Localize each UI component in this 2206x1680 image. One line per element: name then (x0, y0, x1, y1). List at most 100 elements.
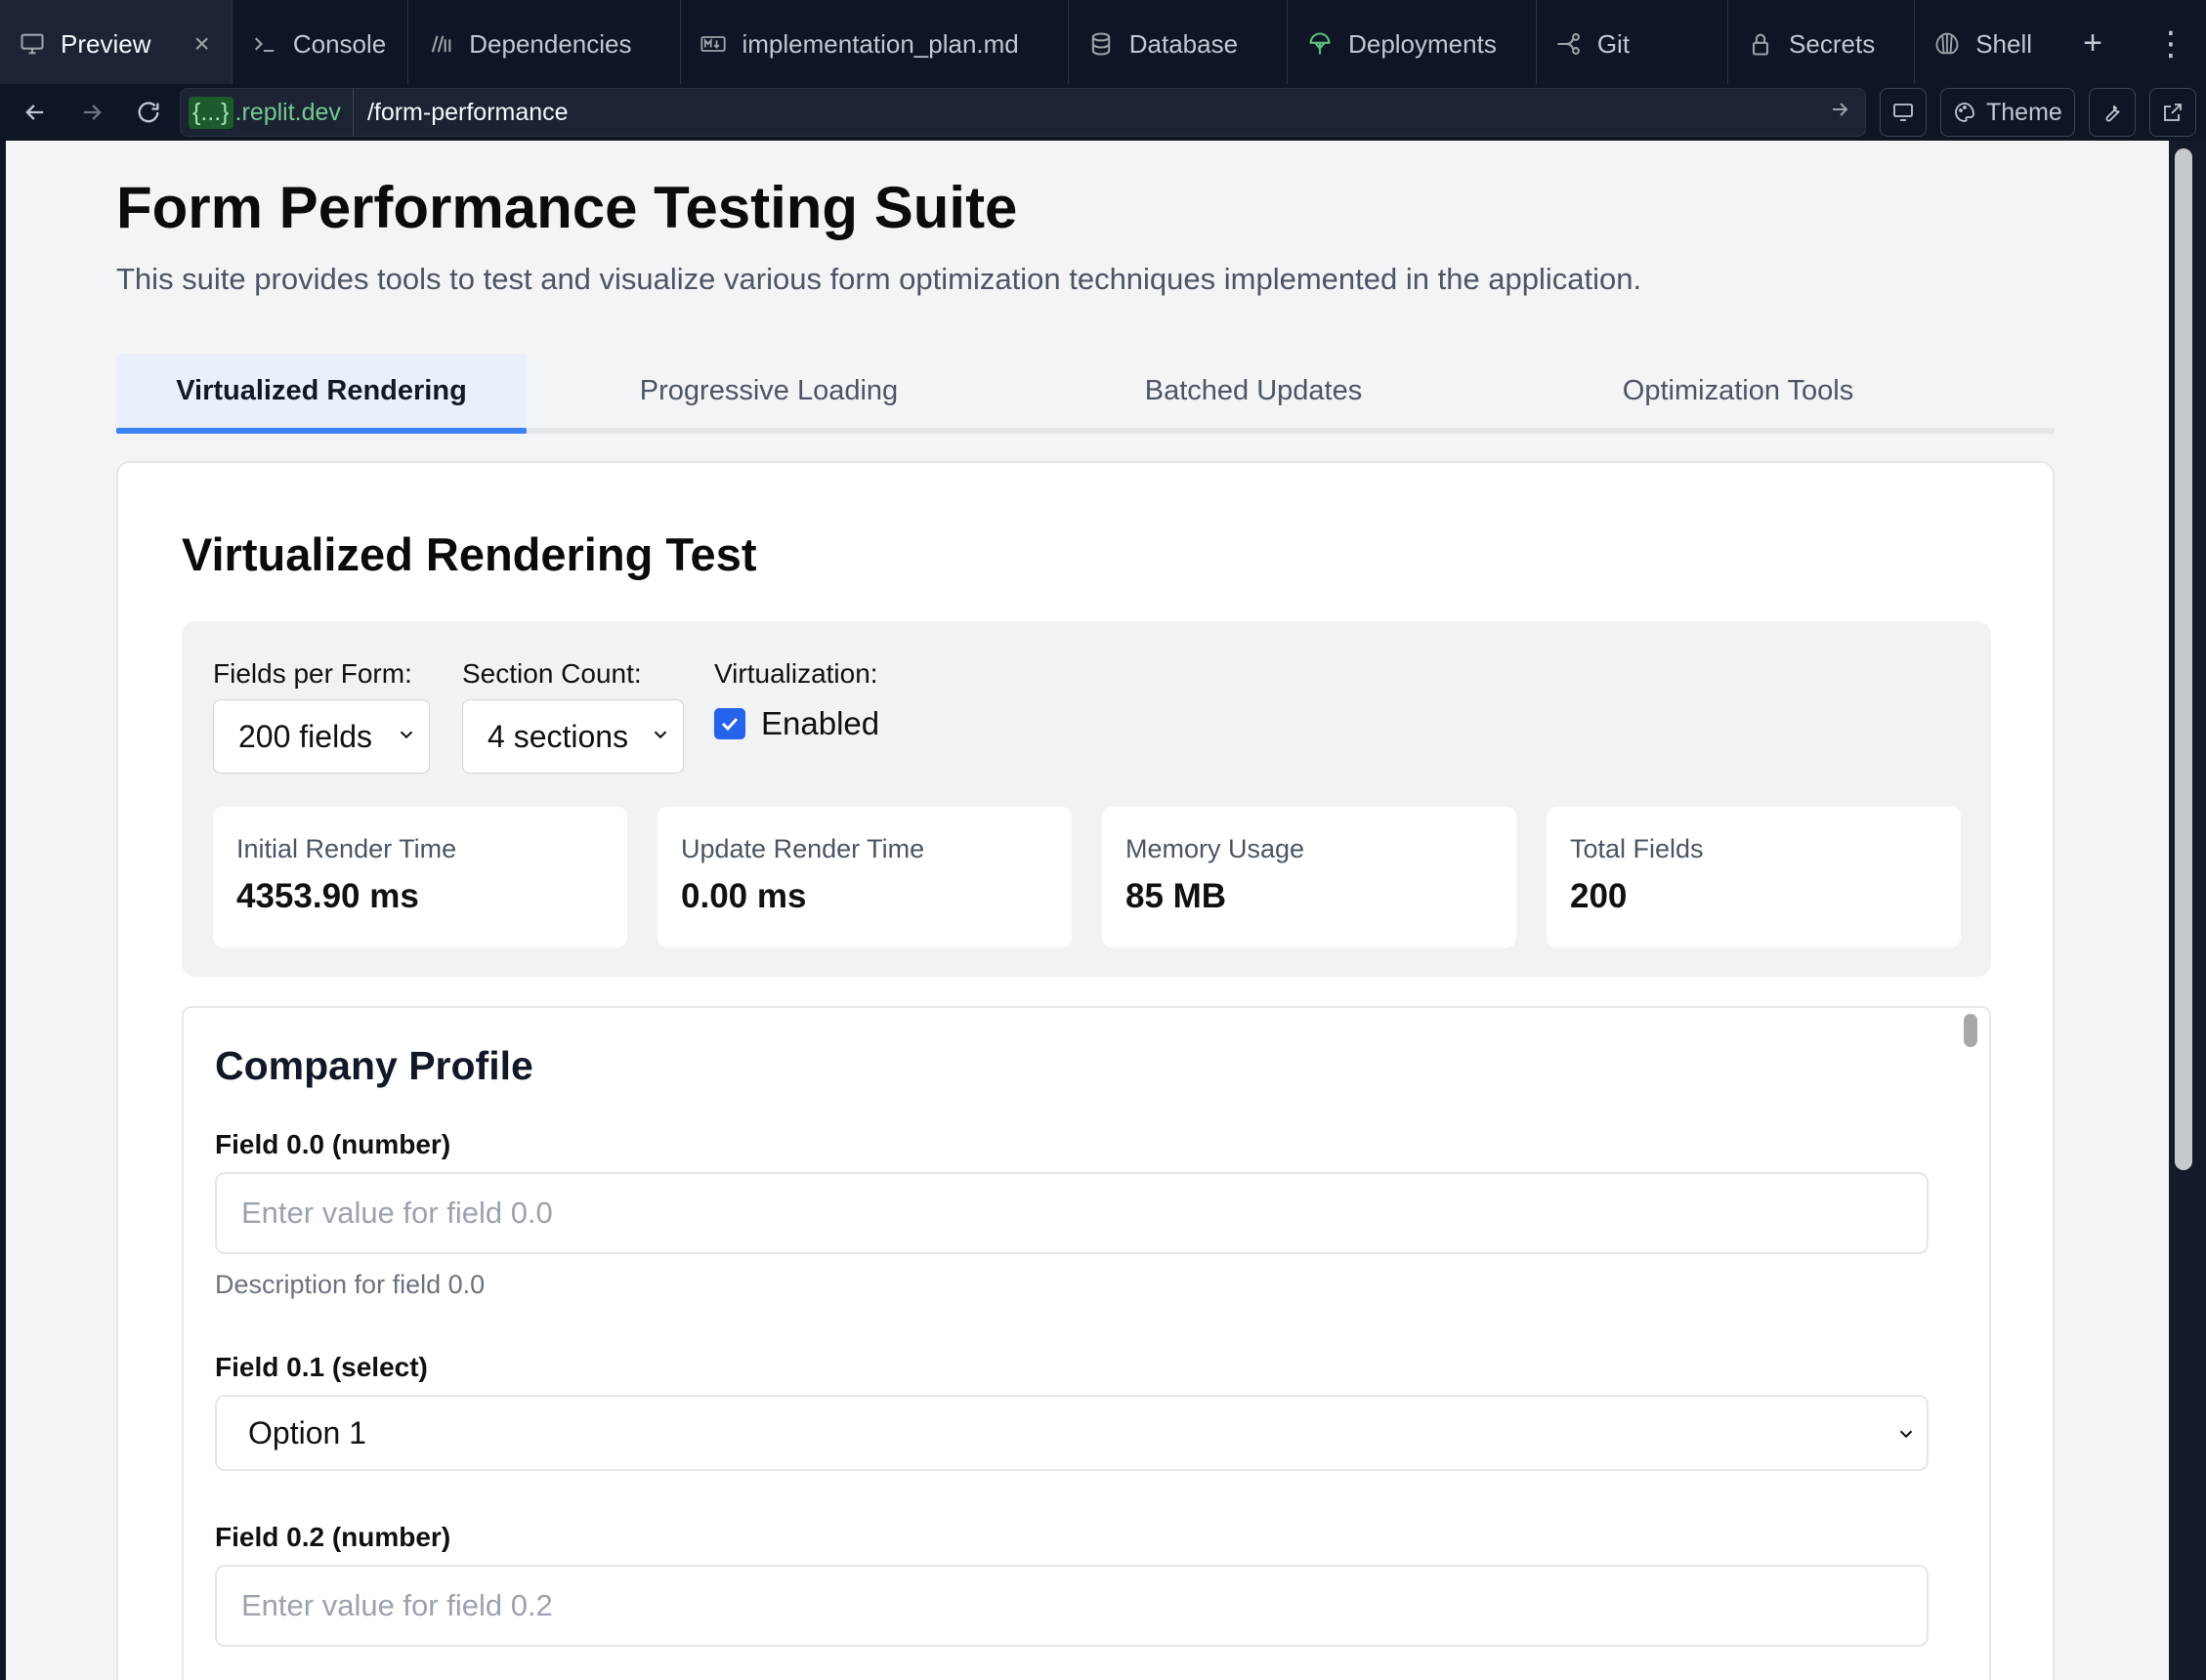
tab-optimization-tools[interactable]: Optimization Tools (1496, 354, 1980, 428)
section-count-label: Section Count: (462, 658, 642, 689)
open-new-window-button[interactable] (2148, 88, 2196, 137)
url-bar: {...} .replit.dev /form-performance Them… (0, 84, 2206, 141)
tab-console[interactable]: Console (233, 0, 409, 88)
tab-git[interactable]: Git (1537, 0, 1729, 88)
ide-tab-bar: Preview × Console Dependencies implement… (0, 0, 2206, 88)
chevron-down-icon (1899, 1430, 1913, 1439)
url-host-brace: {...} (189, 96, 233, 129)
tab-progressive-loading[interactable]: Progressive Loading (527, 354, 1011, 428)
metric-value: 200 (1570, 877, 1628, 915)
metric-memory-usage: Memory Usage 85 MB (1102, 807, 1516, 947)
url-host-suffix: .replit.dev (234, 98, 341, 126)
tab-preview[interactable]: Preview × (0, 0, 233, 88)
metric-label: Initial Render Time (236, 834, 457, 863)
field-label: Field 0.2 (number) (215, 1522, 451, 1552)
new-tab-button[interactable]: + (2054, 0, 2132, 88)
url-input[interactable]: {...} .replit.dev /form-performance (180, 88, 1866, 137)
terminal-icon (250, 29, 279, 59)
metric-value: 0.00 ms (681, 877, 807, 915)
form-scrollbar[interactable] (1964, 1014, 1977, 1047)
tab-label: Deployments (1348, 28, 1497, 59)
database-icon (1086, 29, 1116, 59)
virtualization-checkbox[interactable] (714, 708, 745, 739)
devtools-button[interactable] (2088, 88, 2136, 137)
monitor-icon (18, 29, 47, 59)
tab-virtualized-rendering[interactable]: Virtualized Rendering (116, 354, 527, 434)
page-title: Form Performance Testing Suite (116, 175, 1018, 240)
controls-panel: Fields per Form: 200 fields Section Coun… (182, 621, 1991, 977)
tab-label: Secrets (1789, 28, 1876, 59)
page-description: This suite provides tools to test and vi… (116, 262, 1642, 296)
tab-implementation-plan[interactable]: implementation_plan.md (681, 0, 1069, 88)
theme-button[interactable]: Theme (1940, 88, 2075, 137)
tab-database[interactable]: Database (1069, 0, 1289, 88)
git-icon (1554, 29, 1584, 59)
tab-label: Console (292, 28, 387, 59)
metric-update-render: Update Render Time 0.00 ms (658, 807, 1072, 947)
url-host: {...} .replit.dev (189, 89, 354, 136)
metric-value: 4353.90 ms (236, 877, 419, 915)
tab-label: Shell (1975, 28, 2033, 59)
markdown-icon (699, 29, 728, 59)
device-preview-button[interactable] (1880, 88, 1927, 137)
reload-icon (138, 102, 159, 123)
tab-label: Dependencies (469, 28, 632, 59)
field-label: Field 0.0 (number) (215, 1129, 451, 1159)
tab-secrets[interactable]: Secrets (1728, 0, 1916, 88)
chevron-down-icon (654, 731, 667, 739)
virtualization-checkbox-label: Enabled (761, 705, 880, 741)
tab-label: Git (1596, 28, 1631, 59)
page-scrollbar-thumb[interactable] (2175, 148, 2192, 1170)
metric-label: Memory Usage (1125, 834, 1305, 863)
field-description: Description for field 0.0 (215, 1270, 486, 1299)
check-icon (721, 717, 739, 732)
section-count-select[interactable]: 4 sections (462, 699, 684, 774)
field-label: Field 0.1 (select) (215, 1352, 428, 1382)
test-card: Virtualized Rendering Test Fields per Fo… (116, 461, 2055, 1680)
back-button[interactable] (10, 87, 61, 138)
lock-icon (1746, 29, 1775, 59)
palette-icon (1955, 103, 1974, 122)
virtualized-form[interactable]: Company Profile Field 0.0 (number) Enter… (182, 1006, 1991, 1680)
metric-label: Update Render Time (681, 834, 925, 863)
tab-shell[interactable]: Shell (1915, 0, 2054, 88)
section-title: Company Profile (215, 1043, 533, 1088)
fields-per-form-select[interactable]: 200 fields (213, 699, 430, 774)
fields-per-form-value: 200 fields (238, 718, 372, 754)
metric-initial-render: Initial Render Time 4353.90 ms (213, 807, 627, 947)
virtualization-toggle[interactable]: Enabled (714, 705, 879, 742)
external-link-icon (2163, 104, 2182, 121)
url-go-icon[interactable] (1828, 98, 1857, 128)
tab-label: Preview (61, 28, 151, 59)
package-icon (426, 29, 455, 59)
field-0-1-value: Option 1 (248, 1414, 366, 1450)
fields-per-form-label: Fields per Form: (213, 658, 412, 689)
deploy-icon (1305, 29, 1335, 59)
close-icon[interactable]: × (193, 28, 209, 60)
field-0-0-input[interactable]: Enter value for field 0.0 (215, 1172, 1929, 1254)
arrow-left-icon (25, 105, 44, 120)
metric-total-fields: Total Fields 200 (1547, 807, 1961, 947)
virtualization-label: Virtualization: (714, 658, 878, 689)
chevron-down-icon (400, 731, 413, 739)
theme-label: Theme (1986, 98, 2062, 126)
field-0-1-select[interactable]: Option 1 (215, 1395, 1929, 1471)
tab-batched-updates[interactable]: Batched Updates (1011, 354, 1496, 428)
reload-button[interactable] (123, 87, 174, 138)
metric-value: 85 MB (1125, 877, 1227, 915)
metric-label: Total Fields (1570, 834, 1704, 863)
test-tabs: Virtualized Rendering Progressive Loadin… (116, 354, 2055, 434)
tab-label: Database (1128, 28, 1239, 59)
wrench-icon (2105, 105, 2120, 122)
tab-dependencies[interactable]: Dependencies (408, 0, 682, 88)
tab-tools: + ⋮ (2054, 0, 2206, 87)
forward-button[interactable] (66, 87, 117, 138)
monitor-icon (1893, 104, 1913, 121)
url-path: /form-performance (366, 98, 569, 126)
section-count-value: 4 sections (488, 718, 629, 754)
tab-menu-button[interactable]: ⋮ (2132, 0, 2206, 88)
preview-viewport: Form Performance Testing Suite This suit… (6, 141, 2169, 1680)
test-title: Virtualized Rendering Test (182, 528, 757, 580)
field-0-2-input[interactable]: Enter value for field 0.2 (215, 1565, 1929, 1647)
tab-deployments[interactable]: Deployments (1288, 0, 1537, 88)
